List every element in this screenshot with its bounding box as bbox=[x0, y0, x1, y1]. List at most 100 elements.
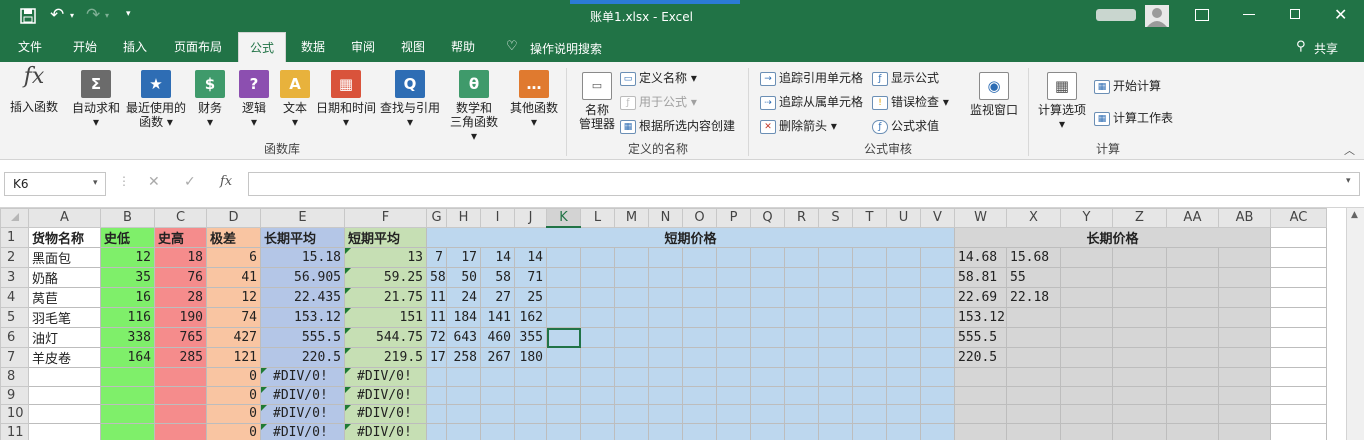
cell-E9[interactable]: #DIV/0! bbox=[260, 385, 345, 405]
cell-A11[interactable] bbox=[28, 422, 101, 440]
row-header[interactable]: 8 bbox=[0, 367, 29, 387]
ribbon-display-options-icon[interactable] bbox=[1195, 9, 1209, 21]
cell-O5[interactable] bbox=[682, 307, 717, 328]
column-header-AC[interactable]: AC bbox=[1270, 208, 1327, 228]
cell-U7[interactable] bbox=[886, 347, 921, 368]
cell-K2[interactable] bbox=[546, 247, 581, 268]
tab-home[interactable]: 开始 bbox=[60, 32, 110, 62]
cell-X4[interactable]: 22.18 bbox=[1006, 287, 1061, 308]
cell-I2[interactable]: 14 bbox=[480, 247, 515, 268]
cell-I10[interactable] bbox=[480, 404, 515, 424]
cell-E4[interactable]: 22.435 bbox=[260, 287, 345, 308]
function-library-button-1[interactable]: ★ 最近使用的 函数 ▾ bbox=[124, 70, 188, 129]
cell-Y9[interactable] bbox=[1060, 385, 1113, 405]
cell-B8[interactable] bbox=[100, 367, 155, 387]
cell-Q6[interactable] bbox=[750, 327, 785, 348]
cell-P11[interactable] bbox=[716, 422, 751, 440]
column-header-Y[interactable]: Y bbox=[1060, 208, 1113, 228]
cell-I5[interactable]: 141 bbox=[480, 307, 515, 328]
cell-D2[interactable]: 6 bbox=[206, 247, 261, 268]
cell-P10[interactable] bbox=[716, 404, 751, 424]
cell-S3[interactable] bbox=[818, 267, 853, 288]
cell-A5[interactable]: 羽毛笔 bbox=[28, 307, 101, 328]
define-name-button[interactable]: ▭ 定义名称 ▾ bbox=[620, 68, 697, 88]
function-library-button-7[interactable]: θ 数学和 三角函数 ▾ bbox=[446, 70, 502, 143]
cell-AB6[interactable] bbox=[1218, 327, 1271, 348]
cell-AC11[interactable] bbox=[1270, 422, 1327, 440]
cell-Y7[interactable] bbox=[1060, 347, 1113, 368]
cell-A2[interactable]: 黑面包 bbox=[28, 247, 101, 268]
minimize-icon[interactable] bbox=[1243, 14, 1255, 15]
cell-J5[interactable]: 162 bbox=[514, 307, 547, 328]
column-header-G[interactable]: G bbox=[426, 208, 447, 228]
cell-X5[interactable] bbox=[1006, 307, 1061, 328]
cell-Z4[interactable] bbox=[1112, 287, 1167, 308]
cell-L6[interactable] bbox=[580, 327, 615, 348]
cell-K3[interactable] bbox=[546, 267, 581, 288]
column-header-L[interactable]: L bbox=[580, 208, 615, 228]
cell-W4[interactable]: 22.69 bbox=[954, 287, 1007, 308]
cell-AB10[interactable] bbox=[1218, 404, 1271, 424]
cell-C8[interactable] bbox=[154, 367, 207, 387]
cell-E11[interactable]: #DIV/0! bbox=[260, 422, 345, 440]
cell-A10[interactable] bbox=[28, 404, 101, 424]
cell-AB11[interactable] bbox=[1218, 422, 1271, 440]
cell-M2[interactable] bbox=[614, 247, 649, 268]
cell-Y10[interactable] bbox=[1060, 404, 1113, 424]
cell-V10[interactable] bbox=[920, 404, 955, 424]
cell-R2[interactable] bbox=[784, 247, 819, 268]
name-box[interactable]: K6 ▾ bbox=[4, 172, 106, 196]
cell-O6[interactable] bbox=[682, 327, 717, 348]
cell-W10[interactable] bbox=[954, 404, 1007, 424]
short-term-price-header[interactable]: 短期价格 bbox=[426, 226, 955, 248]
cell-T9[interactable] bbox=[852, 385, 887, 405]
cell-W11[interactable] bbox=[954, 422, 1007, 440]
cell-I6[interactable]: 460 bbox=[480, 327, 515, 348]
cell-V8[interactable] bbox=[920, 367, 955, 387]
trace-dependents-button[interactable]: ⇢ 追踪从属单元格 bbox=[760, 92, 863, 112]
cell-P8[interactable] bbox=[716, 367, 751, 387]
column-header-F[interactable]: F bbox=[344, 208, 427, 228]
cell-AB4[interactable] bbox=[1218, 287, 1271, 308]
cell-AC10[interactable] bbox=[1270, 404, 1327, 424]
cell-F10[interactable]: #DIV/0! bbox=[344, 404, 427, 424]
cell-H5[interactable]: 184 bbox=[446, 307, 481, 328]
cell-F5[interactable]: 151 bbox=[344, 307, 427, 328]
cell-N10[interactable] bbox=[648, 404, 683, 424]
cell-D4[interactable]: 12 bbox=[206, 287, 261, 308]
vertical-scrollbar[interactable]: ▲ bbox=[1346, 208, 1364, 440]
cell-U6[interactable] bbox=[886, 327, 921, 348]
cell-L5[interactable] bbox=[580, 307, 615, 328]
cell-B4[interactable]: 16 bbox=[100, 287, 155, 308]
cell-W5[interactable]: 153.12 bbox=[954, 307, 1007, 328]
cell-D6[interactable]: 427 bbox=[206, 327, 261, 348]
cell-K9[interactable] bbox=[546, 385, 581, 405]
account-name[interactable] bbox=[1096, 9, 1136, 21]
cell-H10[interactable] bbox=[446, 404, 481, 424]
cell-G8[interactable] bbox=[426, 367, 447, 387]
cell-R7[interactable] bbox=[784, 347, 819, 368]
cell-AC5[interactable] bbox=[1270, 307, 1327, 328]
cell-U5[interactable] bbox=[886, 307, 921, 328]
cell-AC3[interactable] bbox=[1270, 267, 1327, 288]
column-header-A[interactable]: A bbox=[28, 208, 101, 228]
cell-D10[interactable]: 0 bbox=[206, 404, 261, 424]
cell-N3[interactable] bbox=[648, 267, 683, 288]
cell-AA11[interactable] bbox=[1166, 422, 1219, 440]
column-header-AB[interactable]: AB bbox=[1218, 208, 1271, 228]
cell-AC8[interactable] bbox=[1270, 367, 1327, 387]
cell-V11[interactable] bbox=[920, 422, 955, 440]
cell-AB5[interactable] bbox=[1218, 307, 1271, 328]
cell-O9[interactable] bbox=[682, 385, 717, 405]
cell-X6[interactable] bbox=[1006, 327, 1061, 348]
tab-data[interactable]: 数据 bbox=[290, 32, 336, 62]
undo-dropdown-icon[interactable]: ▾ bbox=[70, 11, 74, 20]
cell-W8[interactable] bbox=[954, 367, 1007, 387]
cell-V2[interactable] bbox=[920, 247, 955, 268]
cell-Z10[interactable] bbox=[1112, 404, 1167, 424]
row-header[interactable]: 1 bbox=[0, 226, 29, 248]
cell-Z6[interactable] bbox=[1112, 327, 1167, 348]
redo-dropdown-icon[interactable]: ▾ bbox=[105, 11, 109, 20]
cell-B11[interactable] bbox=[100, 422, 155, 440]
tab-help[interactable]: 帮助 bbox=[440, 32, 486, 62]
